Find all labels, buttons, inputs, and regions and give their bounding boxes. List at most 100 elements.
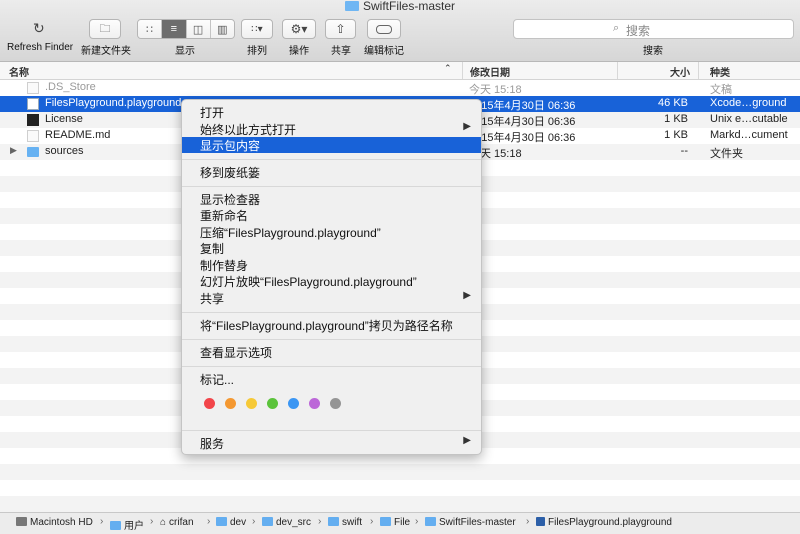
table-row[interactable]: .DS_Store 今天 15:18 文稿 (0, 80, 800, 96)
menu-item-get-info[interactable]: 显示检查器 (182, 191, 481, 207)
submenu-arrow-icon: ▶ (463, 290, 471, 301)
tag-blue-dot[interactable] (288, 398, 299, 409)
file-size: 46 KB (658, 97, 688, 109)
share-button[interactable]: ⇧ (325, 19, 356, 39)
file-kind: 文稿 (710, 84, 732, 96)
action-button[interactable]: ⚙▾ (282, 19, 316, 39)
action-label: 操作 (289, 46, 309, 57)
path-item-macintosh-hd[interactable]: Macintosh HD (16, 517, 93, 528)
column-view-icon[interactable]: ◫ (186, 20, 211, 38)
column-divider[interactable] (617, 62, 618, 79)
column-size[interactable]: 大小 (670, 64, 690, 79)
chevron-right-icon: › (415, 516, 419, 527)
tag-purple-dot[interactable] (309, 398, 320, 409)
path-item-users[interactable]: 用户 (110, 517, 144, 532)
tag-gray-dot[interactable] (330, 398, 341, 409)
submenu-arrow-icon: ▶ (463, 435, 471, 446)
file-date: 2015年4月30日 06:36 (469, 132, 576, 144)
path-item-file[interactable]: File (380, 517, 410, 528)
search-label: 搜索 (643, 46, 663, 57)
empty-row (0, 496, 800, 512)
column-divider[interactable] (462, 62, 463, 79)
menu-item-open-with[interactable]: 始终以此方式打开 ▶ (182, 121, 481, 137)
file-date: 2015年4月30日 06:36 (469, 100, 576, 112)
menu-divider (182, 312, 481, 313)
menu-divider (182, 159, 481, 160)
playground-icon (536, 517, 545, 526)
toolbar: SwiftFiles-master ↻ Refresh Finder 🗀 新建文… (0, 0, 800, 62)
path-bar: Macintosh HD › 用户 › ⌂ crifan › dev › dev_… (0, 512, 800, 534)
chevron-right-icon: › (252, 516, 256, 527)
chevron-right-icon: › (370, 516, 374, 527)
tag-yellow-dot[interactable] (246, 398, 257, 409)
file-name: README.md (45, 129, 111, 141)
coverflow-view-icon[interactable]: ▥ (210, 20, 234, 38)
context-menu: 打开 始终以此方式打开 ▶ 显示包内容 移到废纸篓 显示检查器 重新命名 压缩“F… (181, 99, 482, 455)
chevron-right-icon: › (526, 516, 530, 527)
column-date[interactable]: 修改日期 (470, 64, 510, 79)
menu-item-services[interactable]: 服务 ▶ (182, 435, 481, 451)
menu-item-compress[interactable]: 压缩“FilesPlayground.playground” (182, 224, 481, 240)
search-icon: ⌕ (613, 22, 620, 34)
menu-divider (182, 339, 481, 340)
path-item-swiftfiles-master[interactable]: SwiftFiles-master (425, 517, 516, 528)
column-divider[interactable] (698, 62, 699, 79)
menu-item-slideshow[interactable]: 幻灯片放映“FilesPlayground.playground” (182, 273, 481, 289)
edit-tags-button[interactable] (367, 19, 401, 39)
path-item-crifan[interactable]: ⌂ crifan (160, 517, 194, 528)
view-mode-control[interactable]: ∷ ≡ ◫ ▥ (137, 19, 235, 39)
menu-item-view-options[interactable]: 查看显示选项 (182, 344, 481, 360)
menu-item-show-package-contents[interactable]: 显示包内容 (182, 137, 481, 153)
file-kind: Markd…cument (710, 129, 788, 141)
arrange-button[interactable]: ∷▾ (241, 19, 273, 39)
folder-icon (27, 147, 39, 157)
menu-item-make-alias[interactable]: 制作替身 (182, 257, 481, 273)
file-size: 1 KB (664, 129, 688, 141)
edit-tags-label: 编辑标记 (364, 46, 404, 57)
icon-view-icon[interactable]: ∷ (138, 20, 163, 38)
tag-red-dot[interactable] (204, 398, 215, 409)
menu-item-move-to-trash[interactable]: 移到废纸篓 (182, 164, 481, 180)
tag-orange-dot[interactable] (225, 398, 236, 409)
folder-icon (380, 517, 391, 526)
column-name[interactable]: 名称 (9, 64, 29, 79)
folder-icon (110, 521, 121, 530)
search-input[interactable]: ⌕ 搜索 (513, 19, 794, 39)
menu-item-rename[interactable]: 重新命名 (182, 207, 481, 223)
path-item-playground[interactable]: FilesPlayground.playground (536, 517, 672, 528)
search-placeholder: 搜索 (626, 24, 651, 38)
folder-icon (262, 517, 273, 526)
menu-item-open[interactable]: 打开 (182, 104, 481, 120)
file-name: .DS_Store (45, 81, 96, 93)
column-header: 名称 ⌃ 修改日期 大小 种类 (0, 62, 800, 80)
file-name: sources (45, 145, 84, 157)
refresh-icon[interactable]: ↻ (33, 20, 45, 37)
menu-item-tags[interactable]: 标记... (182, 371, 481, 387)
disclosure-triangle-icon[interactable]: ▶ (10, 145, 17, 156)
column-kind[interactable]: 种类 (710, 64, 730, 79)
window-title: SwiftFiles-master (0, 0, 800, 13)
new-folder-label: 新建文件夹 (81, 46, 131, 57)
path-item-swift[interactable]: swift (328, 517, 362, 528)
sort-chevron-up-icon[interactable]: ⌃ (444, 63, 452, 74)
file-kind: 文件夹 (710, 148, 743, 160)
list-view-icon[interactable]: ≡ (162, 20, 187, 38)
new-folder-button[interactable]: 🗀 (89, 19, 121, 39)
tag-green-dot[interactable] (267, 398, 278, 409)
file-kind: Xcode…ground (710, 97, 787, 109)
menu-item-copy-as-pathname[interactable]: 将“FilesPlayground.playground”拷贝为路径名称 (182, 317, 481, 333)
path-item-dev[interactable]: dev (216, 517, 246, 528)
document-icon (27, 82, 39, 94)
menu-item-duplicate[interactable]: 复制 (182, 240, 481, 256)
new-folder-icon: 🗀 (99, 22, 111, 35)
chevron-right-icon: › (318, 516, 322, 527)
empty-row (0, 464, 800, 480)
file-date: 今天 15:18 (469, 84, 522, 96)
arrange-label: 排列 (247, 46, 267, 57)
path-item-dev-src[interactable]: dev_src (262, 517, 311, 528)
menu-divider (182, 366, 481, 367)
menu-item-share[interactable]: 共享 ▶ (182, 290, 481, 306)
folder-icon (344, 1, 359, 11)
home-icon: ⌂ (160, 517, 167, 528)
document-icon (27, 130, 39, 142)
